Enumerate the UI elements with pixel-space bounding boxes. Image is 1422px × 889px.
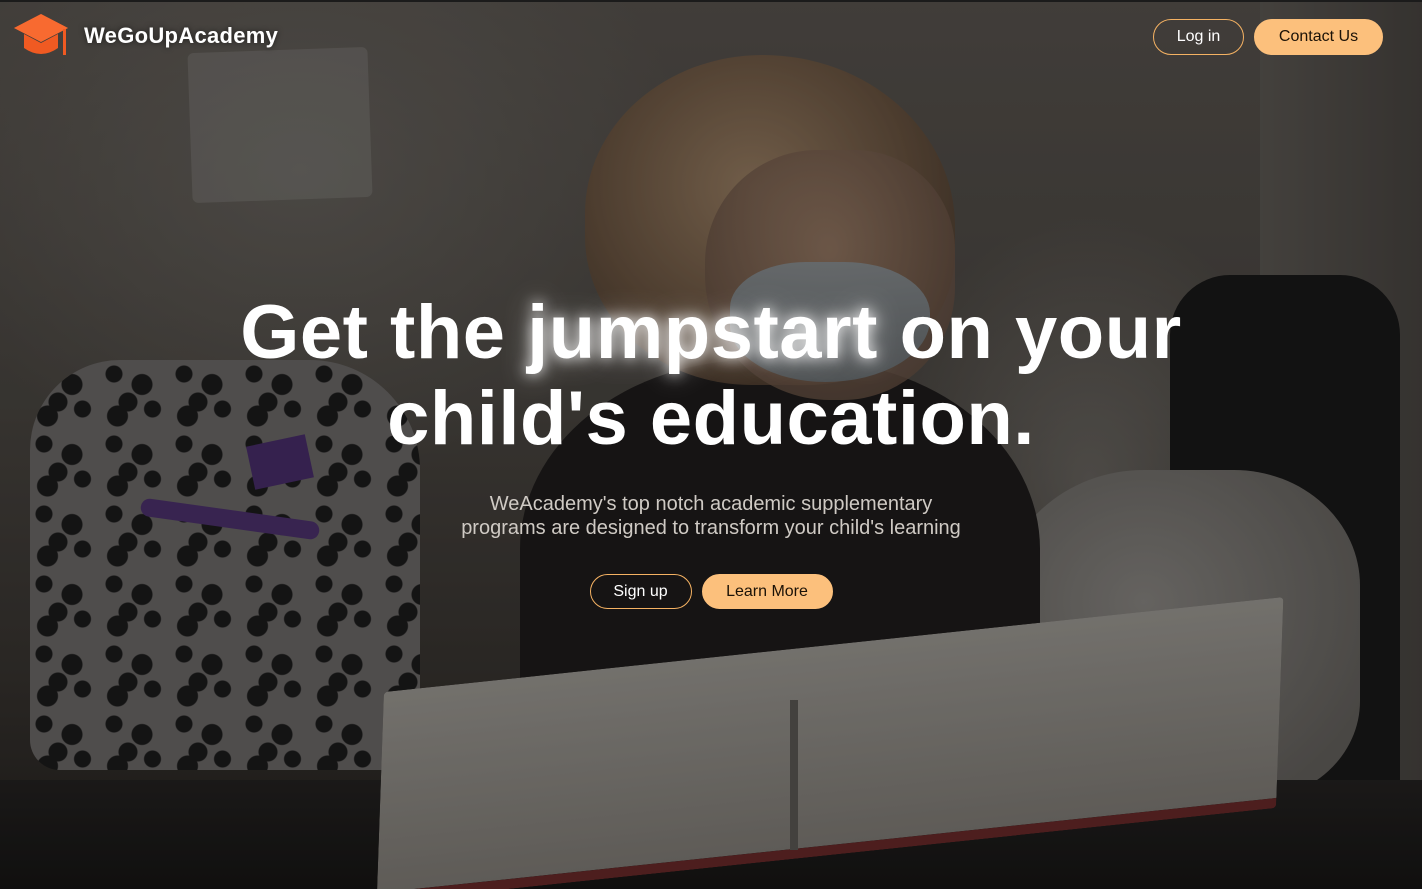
contact-us-button[interactable]: Contact Us [1254,19,1383,55]
graduation-cap-icon [14,14,68,55]
hero-headline: Get the jumpstart on your child's educat… [0,290,1422,462]
sign-up-button[interactable]: Sign up [589,574,692,609]
brand-name: WeGoUpAcademy [84,23,279,48]
headline-highlight: jumpstart [527,290,878,375]
headline-line-2: child's education. [387,376,1035,461]
brand-link[interactable]: WeGoUpAcademy [12,12,278,60]
subtitle-line-1: WeAcademy's top notch academic supplemen… [489,493,933,515]
login-button[interactable]: Log in [1153,19,1244,55]
hero-actions: Sign up Learn More [0,574,1422,609]
headline-part-2: on your [877,290,1182,375]
hero-section: Get the jumpstart on your child's educat… [0,290,1422,609]
headline-part-1: Get the [240,290,528,375]
nav-actions: Log in Contact Us [1153,19,1383,55]
hero-subtitle: WeAcademy's top notch academic supplemen… [431,492,991,540]
subtitle-line-2: programs are designed to transform your … [461,517,961,539]
learn-more-button[interactable]: Learn More [701,574,833,609]
top-nav: WeGoUpAcademy Log in Contact Us [0,0,1422,76]
